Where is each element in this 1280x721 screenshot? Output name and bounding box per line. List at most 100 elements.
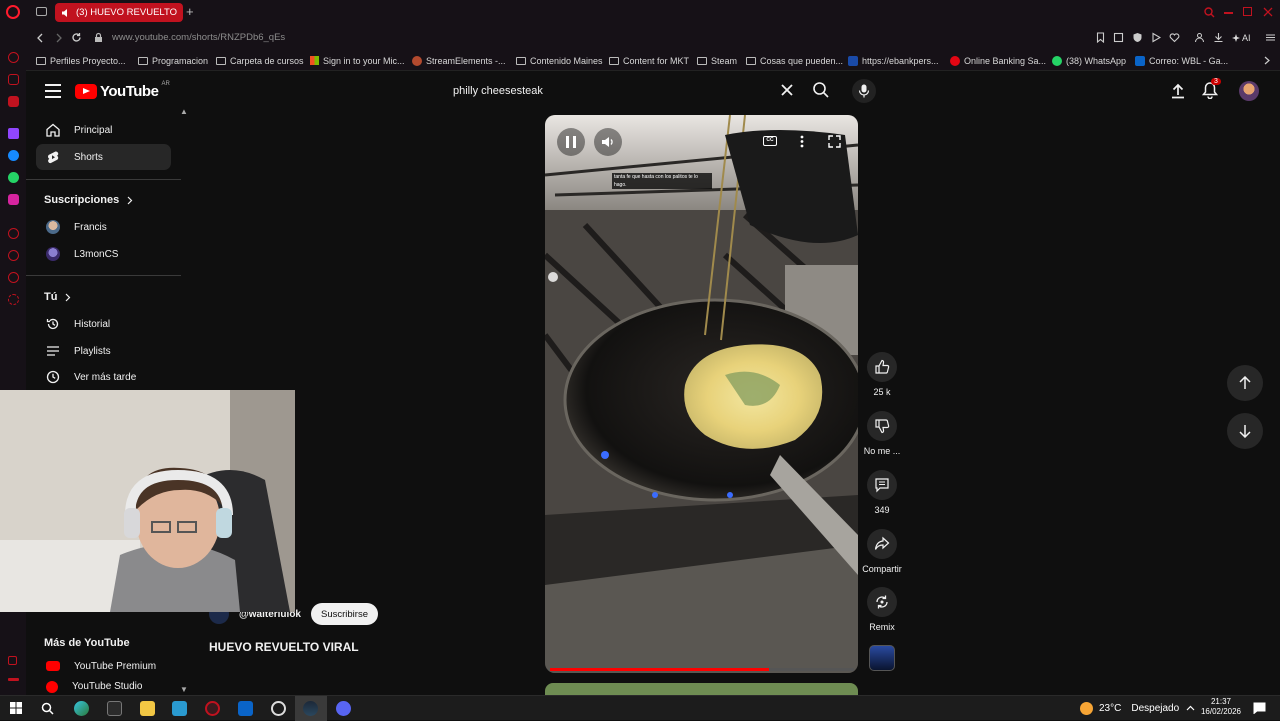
search-input[interactable]: philly cheesesteak [442,78,806,104]
settings-sidebar-icon[interactable] [8,294,19,305]
outlook-taskbar-icon[interactable] [238,701,253,716]
bookmark-item[interactable]: Contenido Maines [516,54,603,67]
sidebar-item-historial[interactable]: Historial [36,311,171,337]
whatsapp-sidebar-icon[interactable] [8,172,19,183]
sidebar-scroll-down-icon[interactable]: ▼ [180,685,188,694]
shorts-video-player[interactable]: CC tanta fe que hasta con los palitos te… [545,115,858,673]
mail-sidebar-icon[interactable] [8,96,19,107]
opera-taskbar-icon[interactable] [205,701,220,716]
messenger-red-icon[interactable] [8,74,19,85]
sidebar-item-watch-later[interactable]: Ver más tarde [36,364,171,390]
calculator-icon[interactable] [172,701,187,716]
sound-thumbnail[interactable] [869,645,895,671]
bookmark-item[interactable]: (38) WhatsApp [1052,54,1126,67]
download-icon[interactable] [1213,32,1224,43]
ai-button[interactable]: AI [1232,33,1251,43]
like-button[interactable] [867,352,897,382]
bookmark-item[interactable]: Perfiles Proyecto... [36,54,126,67]
discord-icon[interactable] [336,701,351,716]
voice-search-button[interactable] [852,79,876,103]
previous-short-button[interactable] [1227,365,1263,401]
sidebar-scroll-up-icon[interactable]: ▲ [180,107,188,116]
bookmark-item[interactable]: Steam [697,54,737,67]
clock[interactable]: 21:37 16/02/2026 [1196,697,1246,717]
dislike-button[interactable] [867,411,897,441]
comments-button[interactable] [867,470,897,500]
bookmark-item[interactable]: Online Banking Sa... [950,54,1046,67]
messenger-icon[interactable] [8,150,19,161]
bookmark-item[interactable]: Programacion [138,54,208,67]
obs-icon[interactable] [271,701,286,716]
sidebar-item-studio[interactable]: YouTube Studio [36,681,171,695]
next-short-preview[interactable] [545,683,858,695]
bookmarks-more-icon[interactable] [1263,56,1271,65]
tray-chevron-icon[interactable] [1186,705,1195,711]
notifications-button[interactable]: 3 [1202,78,1222,101]
clock-sidebar-icon[interactable] [8,250,19,261]
clear-search-icon[interactable] [780,83,794,97]
youtube-logo[interactable]: YouTube AR [75,81,170,100]
bookmark-item[interactable]: Content for MKT [609,54,689,67]
file-explorer-icon[interactable] [140,701,155,716]
maximize-icon[interactable] [1243,7,1252,16]
captions-button[interactable]: CC [763,136,777,146]
subscriptions-header[interactable]: Suscripciones [44,194,133,206]
subscribe-button[interactable]: Suscribirse [311,603,378,625]
windows-start-icon[interactable] [10,702,22,714]
easy-setup-icon[interactable] [1265,32,1276,43]
play-icon[interactable] [1151,32,1161,43]
search-icon[interactable] [812,81,830,99]
sidebar-more-icon[interactable] [8,678,19,681]
snapshot-icon[interactable] [1113,32,1124,43]
forward-icon[interactable] [55,33,63,43]
heart-icon[interactable] [1169,32,1180,43]
terminal-icon[interactable] [107,701,122,716]
tab-overview-icon[interactable] [36,7,47,16]
minimize-icon[interactable] [1224,12,1233,14]
back-icon[interactable] [36,33,44,43]
account-icon[interactable] [1194,32,1205,43]
weather-widget[interactable]: 23°C Despejado [1080,702,1179,715]
pin-sidebar-icon[interactable] [8,272,19,283]
bookmark-item[interactable]: Carpeta de cursos [216,54,304,67]
steam-icon[interactable] [303,701,318,716]
bookmark-item[interactable]: StreamElements -... [412,54,506,67]
twitch-icon[interactable] [8,128,19,139]
opera-logo-icon[interactable] [6,5,20,19]
close-window-icon[interactable] [1263,7,1273,17]
player-icon[interactable] [8,228,19,239]
share-button[interactable] [867,529,897,559]
bookmark-icon[interactable] [1096,32,1105,43]
sidebar-item-principal[interactable]: Principal [36,117,171,143]
tab-active[interactable]: (3) HUEVO REVUELTO [55,3,183,22]
more-options-icon[interactable] [800,135,804,148]
edge-icon[interactable] [74,701,89,716]
bookmark-item[interactable]: Cosas que pueden... [746,54,843,67]
sidebar-item-playlists[interactable]: Playlists [36,338,171,364]
upload-icon[interactable] [1171,83,1185,99]
sidebar-item-francis[interactable]: Francis [36,214,171,240]
taskbar-search-icon[interactable] [41,702,54,715]
avatar[interactable] [1239,81,1259,101]
volume-button[interactable] [594,128,622,156]
reload-icon[interactable] [71,32,82,43]
next-short-button[interactable] [1227,413,1263,449]
search-tabs-icon[interactable] [1204,7,1215,18]
instagram-icon[interactable] [8,194,19,205]
fullscreen-icon[interactable] [828,135,841,148]
new-tab-icon[interactable]: + [186,4,194,19]
notification-center-icon[interactable] [1253,702,1266,714]
bookmark-item[interactable]: Correo: WBL - Ga... [1135,54,1228,67]
speaker-icon[interactable] [61,8,71,18]
remix-button[interactable] [867,587,897,617]
gx-icon[interactable] [8,656,17,665]
url-text[interactable]: www.youtube.com/shorts/RNZPDb6_qEs [112,32,285,43]
sidebar-item-l3moncs[interactable]: L3monCS [36,241,171,267]
menu-icon[interactable] [45,84,61,98]
bookmark-item[interactable]: https://ebankpers... [848,54,939,67]
adblock-shield-icon[interactable] [1132,32,1143,43]
sidebar-item-shorts[interactable]: Shorts [36,144,171,170]
bookmark-item[interactable]: Sign in to your Mic... [310,54,405,67]
you-header[interactable]: Tú [44,291,71,303]
history-sidebar-icon[interactable] [8,52,19,63]
